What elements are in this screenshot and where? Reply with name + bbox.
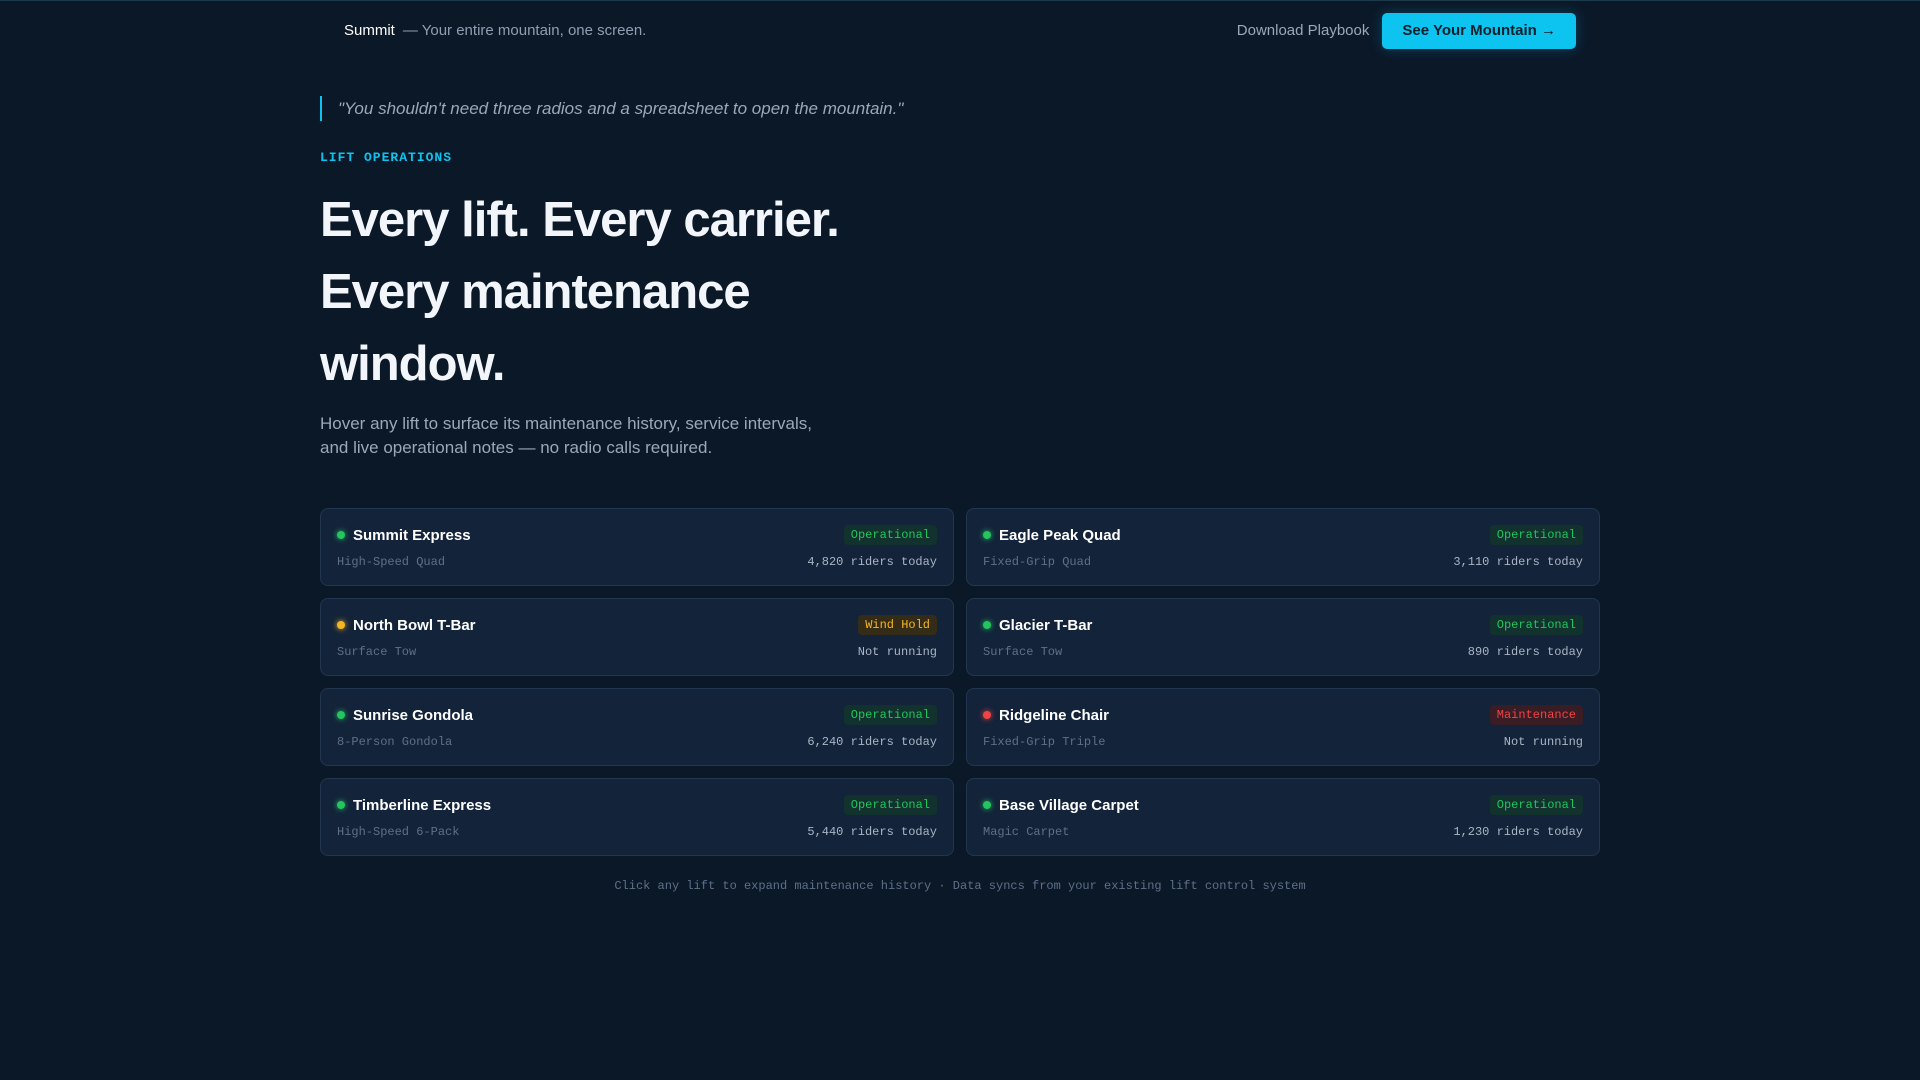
status-badge: Maintenance — [1489, 705, 1583, 725]
riders-today: 6,240 riders today — [807, 735, 937, 749]
status-dot-icon — [983, 711, 991, 719]
site-header: Summit — Your entire mountain, one scree… — [320, 0, 1600, 61]
lift-name: Ridgeline Chair — [999, 706, 1110, 724]
lift-card[interactable]: Timberline Express Operational High-Spee… — [320, 778, 954, 856]
riders-today: 1,230 riders today — [1453, 825, 1583, 839]
header-actions: Download Playbook See Your Mountain → — [1237, 12, 1600, 49]
riders-today: 3,110 riders today — [1453, 555, 1583, 569]
status-dot-icon — [337, 801, 345, 809]
status-dot-icon — [337, 621, 345, 629]
status-badge: Operational — [1489, 795, 1583, 815]
lift-name: Glacier T-Bar — [999, 616, 1093, 634]
lift-type: Surface Tow — [983, 645, 1063, 659]
lift-type: Magic Carpet — [983, 825, 1070, 839]
brand-tagline: — Your entire mountain, one screen. — [402, 22, 647, 39]
hero-subhead: Hover any lift to surface its maintenanc… — [320, 414, 812, 457]
brand: Summit — Your entire mountain, one scree… — [320, 22, 646, 39]
brand-name[interactable]: Summit — [344, 22, 395, 39]
status-dot-icon — [983, 621, 991, 629]
lift-card[interactable]: North Bowl T-Bar Wind Hold Surface Tow N… — [320, 598, 954, 676]
lift-type: High-Speed Quad — [337, 555, 446, 569]
status-dot-icon — [337, 531, 345, 539]
status-dot-icon — [983, 801, 991, 809]
see-your-mountain-button[interactable]: See Your Mountain → — [1382, 12, 1576, 49]
riders-today: 890 riders today — [1467, 645, 1583, 659]
lift-card[interactable]: Base Village Carpet Operational Magic Ca… — [966, 778, 1600, 856]
lift-type: High-Speed 6-Pack — [337, 825, 460, 839]
status-badge: Operational — [843, 705, 937, 725]
lift-card[interactable]: Eagle Peak Quad Operational Fixed-Grip Q… — [966, 508, 1600, 586]
hero-headline: Every lift. Every carrier. Every mainten… — [320, 193, 840, 391]
lift-card[interactable]: Ridgeline Chair Maintenance Fixed-Grip T… — [966, 688, 1600, 766]
status-badge: Operational — [1489, 615, 1583, 635]
lift-type: 8-Person Gondola — [337, 735, 453, 749]
hero-quote: "You shouldn't need three radios and a s… — [320, 96, 903, 121]
lift-name: Summit Express — [353, 526, 471, 544]
lift-type: Fixed-Grip Quad — [983, 555, 1092, 569]
lift-grid: Summit Express Operational High-Speed Qu… — [320, 508, 1600, 856]
status-badge: Wind Hold — [858, 615, 937, 635]
lift-name: Timberline Express — [353, 796, 492, 814]
lift-name: Eagle Peak Quad — [999, 526, 1121, 544]
lift-card[interactable]: Sunrise Gondola Operational 8-Person Gon… — [320, 688, 954, 766]
lift-type: Fixed-Grip Triple — [983, 735, 1106, 749]
status-badge: Operational — [1489, 525, 1583, 545]
riders-today: 5,440 riders today — [807, 825, 937, 839]
lift-name: Base Village Carpet — [999, 796, 1139, 814]
lift-card[interactable]: Summit Express Operational High-Speed Qu… — [320, 508, 954, 586]
status-badge: Operational — [843, 525, 937, 545]
lift-name: Sunrise Gondola — [353, 706, 474, 724]
riders-today: 4,820 riders today — [807, 555, 937, 569]
download-playbook-link[interactable]: Download Playbook — [1237, 22, 1370, 39]
status-dot-icon — [337, 711, 345, 719]
footnote: Click any lift to expand maintenance his… — [614, 879, 1306, 893]
lift-name: North Bowl T-Bar — [353, 616, 476, 634]
status-badge: Operational — [843, 795, 937, 815]
riders-today: Not running — [857, 645, 937, 659]
status-dot-icon — [983, 531, 991, 539]
riders-today: Not running — [1503, 735, 1583, 749]
lift-card[interactable]: Glacier T-Bar Operational Surface Tow 89… — [966, 598, 1600, 676]
section-eyebrow: LIFT OPERATIONS — [320, 150, 453, 165]
lift-type: Surface Tow — [337, 645, 417, 659]
